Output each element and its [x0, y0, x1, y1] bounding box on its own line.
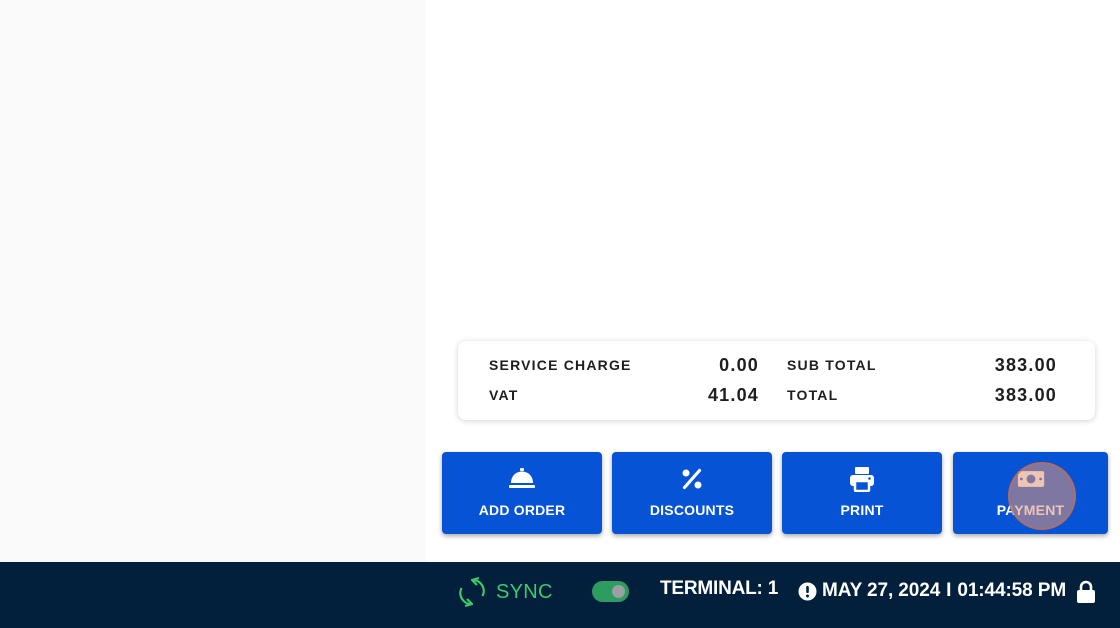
percent-icon: [678, 466, 706, 492]
service-charge-value: 0.00: [719, 355, 759, 375]
toggle-knob: [612, 585, 625, 598]
print-label: PRINT: [840, 502, 884, 518]
date-time-separator: I: [946, 580, 952, 601]
order-summary-card: SERVICE CHARGE 0.00 VAT 41.04 SUB TOTAL …: [458, 341, 1095, 420]
service-charge-label: SERVICE CHARGE: [489, 357, 632, 373]
add-order-label: ADD ORDER: [478, 502, 566, 518]
sync-icon: [458, 577, 486, 607]
payment-button[interactable]: PAYMENT: [953, 452, 1108, 534]
time-text: 01:44:58 PM: [957, 580, 1067, 601]
discounts-label: DISCOUNTS: [649, 502, 735, 518]
lock-icon[interactable]: [1076, 580, 1096, 604]
printer-icon: [848, 466, 876, 492]
datetime-display: MAY 27, 2024 I 01:44:58 PM: [798, 578, 1066, 604]
add-order-button[interactable]: ADD ORDER: [442, 452, 602, 534]
discounts-button[interactable]: DISCOUNTS: [612, 452, 772, 534]
date-text: MAY 27, 2024: [822, 580, 941, 601]
total-value: 383.00: [994, 385, 1057, 405]
alert-icon: [798, 582, 817, 601]
order-items-panel: [0, 0, 426, 562]
sync-label: SYNC: [496, 580, 553, 603]
total-label: TOTAL: [787, 387, 839, 403]
terminal-label: TERMINAL: 1: [660, 578, 779, 599]
sub-total-value: 383.00: [994, 355, 1057, 375]
sub-total-label: SUB TOTAL: [787, 357, 877, 373]
service-bell-icon: [508, 466, 536, 492]
payment-label: PAYMENT: [996, 502, 1065, 518]
vat-label: VAT: [489, 387, 519, 403]
sync-button[interactable]: SYNC: [458, 576, 553, 608]
cash-icon: [1017, 466, 1045, 492]
vat-value: 41.04: [707, 385, 759, 405]
print-button[interactable]: PRINT: [782, 452, 942, 534]
online-toggle[interactable]: [592, 581, 629, 602]
